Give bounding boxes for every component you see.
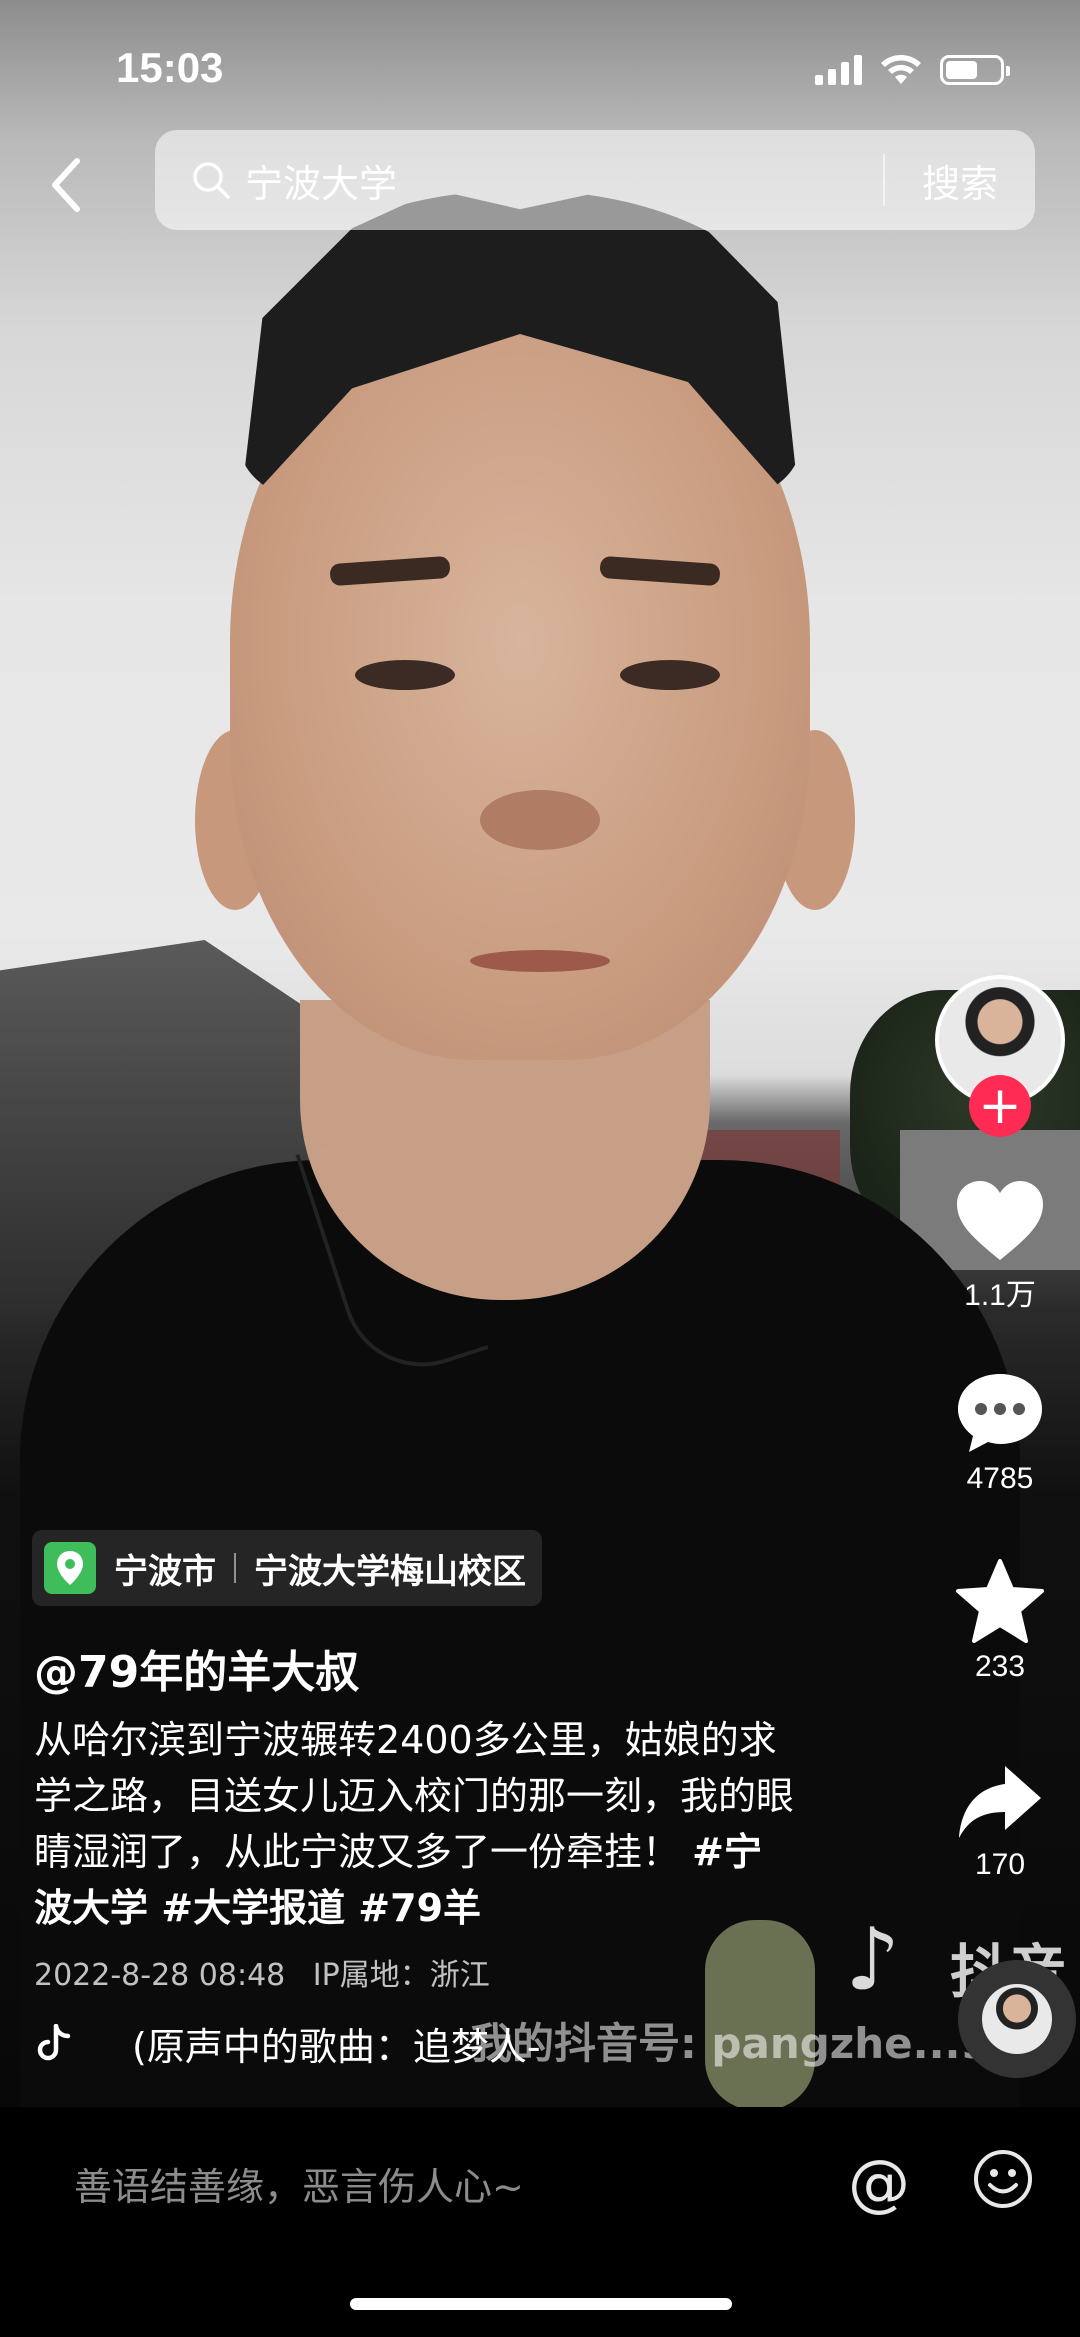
post-date: 2022-8-28 08:48 [34, 1958, 286, 1993]
tiktok-note-icon [37, 2023, 71, 2060]
location-pin-icon [44, 1542, 96, 1594]
location-tag[interactable]: 宁波市 宁波大学梅山校区 [32, 1530, 542, 1606]
location-place: 宁波大学梅山校区 [254, 1551, 526, 1592]
music-info[interactable]: (原声中的歌曲：追梦人- [34, 2016, 541, 2071]
heart-icon [957, 1181, 1043, 1260]
mention-icon[interactable]: @ [848, 2146, 910, 2219]
music-disc-cover [982, 1984, 1052, 2054]
post-meta: 2022-8-28 08:48 IP属地：浙江 [34, 1950, 490, 1994]
post-description: 从哈尔滨到宁波辗转2400多公里，姑娘的求学之路，目送女儿迈入校门的那一刻，我的… [34, 1712, 794, 1936]
description-text: 从哈尔滨到宁波辗转2400多公里，姑娘的求学之路，目送女儿迈入校门的那一刻，我的… [34, 1718, 795, 1874]
share-count: 170 [974, 1848, 1026, 1881]
screen: ♪ 抖音 我的抖音号: pangzhe...9 15:03 宁波大学 搜索 + [0, 0, 1080, 2337]
music-disc[interactable] [958, 1960, 1076, 2078]
person-nose [480, 790, 600, 850]
like-count: 1.1万 [964, 1279, 1036, 1312]
music-title: (原声中的歌曲：追梦人- [132, 2025, 541, 2069]
location-divider [234, 1553, 236, 1583]
location-city: 宁波市 [114, 1551, 216, 1592]
emoji-icon[interactable] [972, 2148, 1034, 2210]
search-button[interactable]: 搜索 [885, 153, 1035, 208]
comment-icon [958, 1374, 1042, 1452]
star-icon [956, 1559, 1044, 1643]
share-icon [959, 1766, 1041, 1838]
douyin-logo-icon: ♪ [845, 1910, 900, 2010]
author-name[interactable]: @79年的羊大叔 [34, 1636, 359, 1700]
chevron-left-icon [52, 158, 80, 212]
post-ip: IP属地：浙江 [312, 1958, 490, 1993]
search-icon [193, 162, 230, 199]
search-input[interactable]: 宁波大学 [245, 153, 883, 208]
status-icons [815, 54, 1010, 86]
person-eye-left [355, 660, 455, 690]
favorite-count: 233 [974, 1650, 1026, 1683]
like-button[interactable]: 1.1万 [940, 1178, 1060, 1314]
comment-input[interactable]: 善语结善缘，恶言伤人心~ [74, 2156, 524, 2211]
watermark-id: 我的抖音号: pangzhe...9 [470, 2019, 990, 2068]
home-indicator[interactable] [350, 2298, 732, 2310]
follow-button[interactable]: + [969, 1075, 1031, 1137]
plus-icon: + [978, 1076, 1022, 1136]
battery-icon [940, 55, 1010, 85]
favorite-button[interactable]: 233 [940, 1558, 1060, 1684]
status-time: 15:03 [116, 44, 224, 91]
wifi-icon [881, 55, 921, 84]
person-mouth [470, 950, 610, 972]
comment-count: 4785 [966, 1462, 1034, 1495]
comment-button[interactable]: 4785 [940, 1370, 1060, 1496]
signal-icon [815, 55, 862, 85]
person-eye-right [620, 660, 720, 690]
back-button[interactable] [38, 150, 94, 220]
share-button[interactable]: 170 [940, 1762, 1060, 1882]
search-bar[interactable]: 宁波大学 搜索 [155, 130, 1035, 230]
